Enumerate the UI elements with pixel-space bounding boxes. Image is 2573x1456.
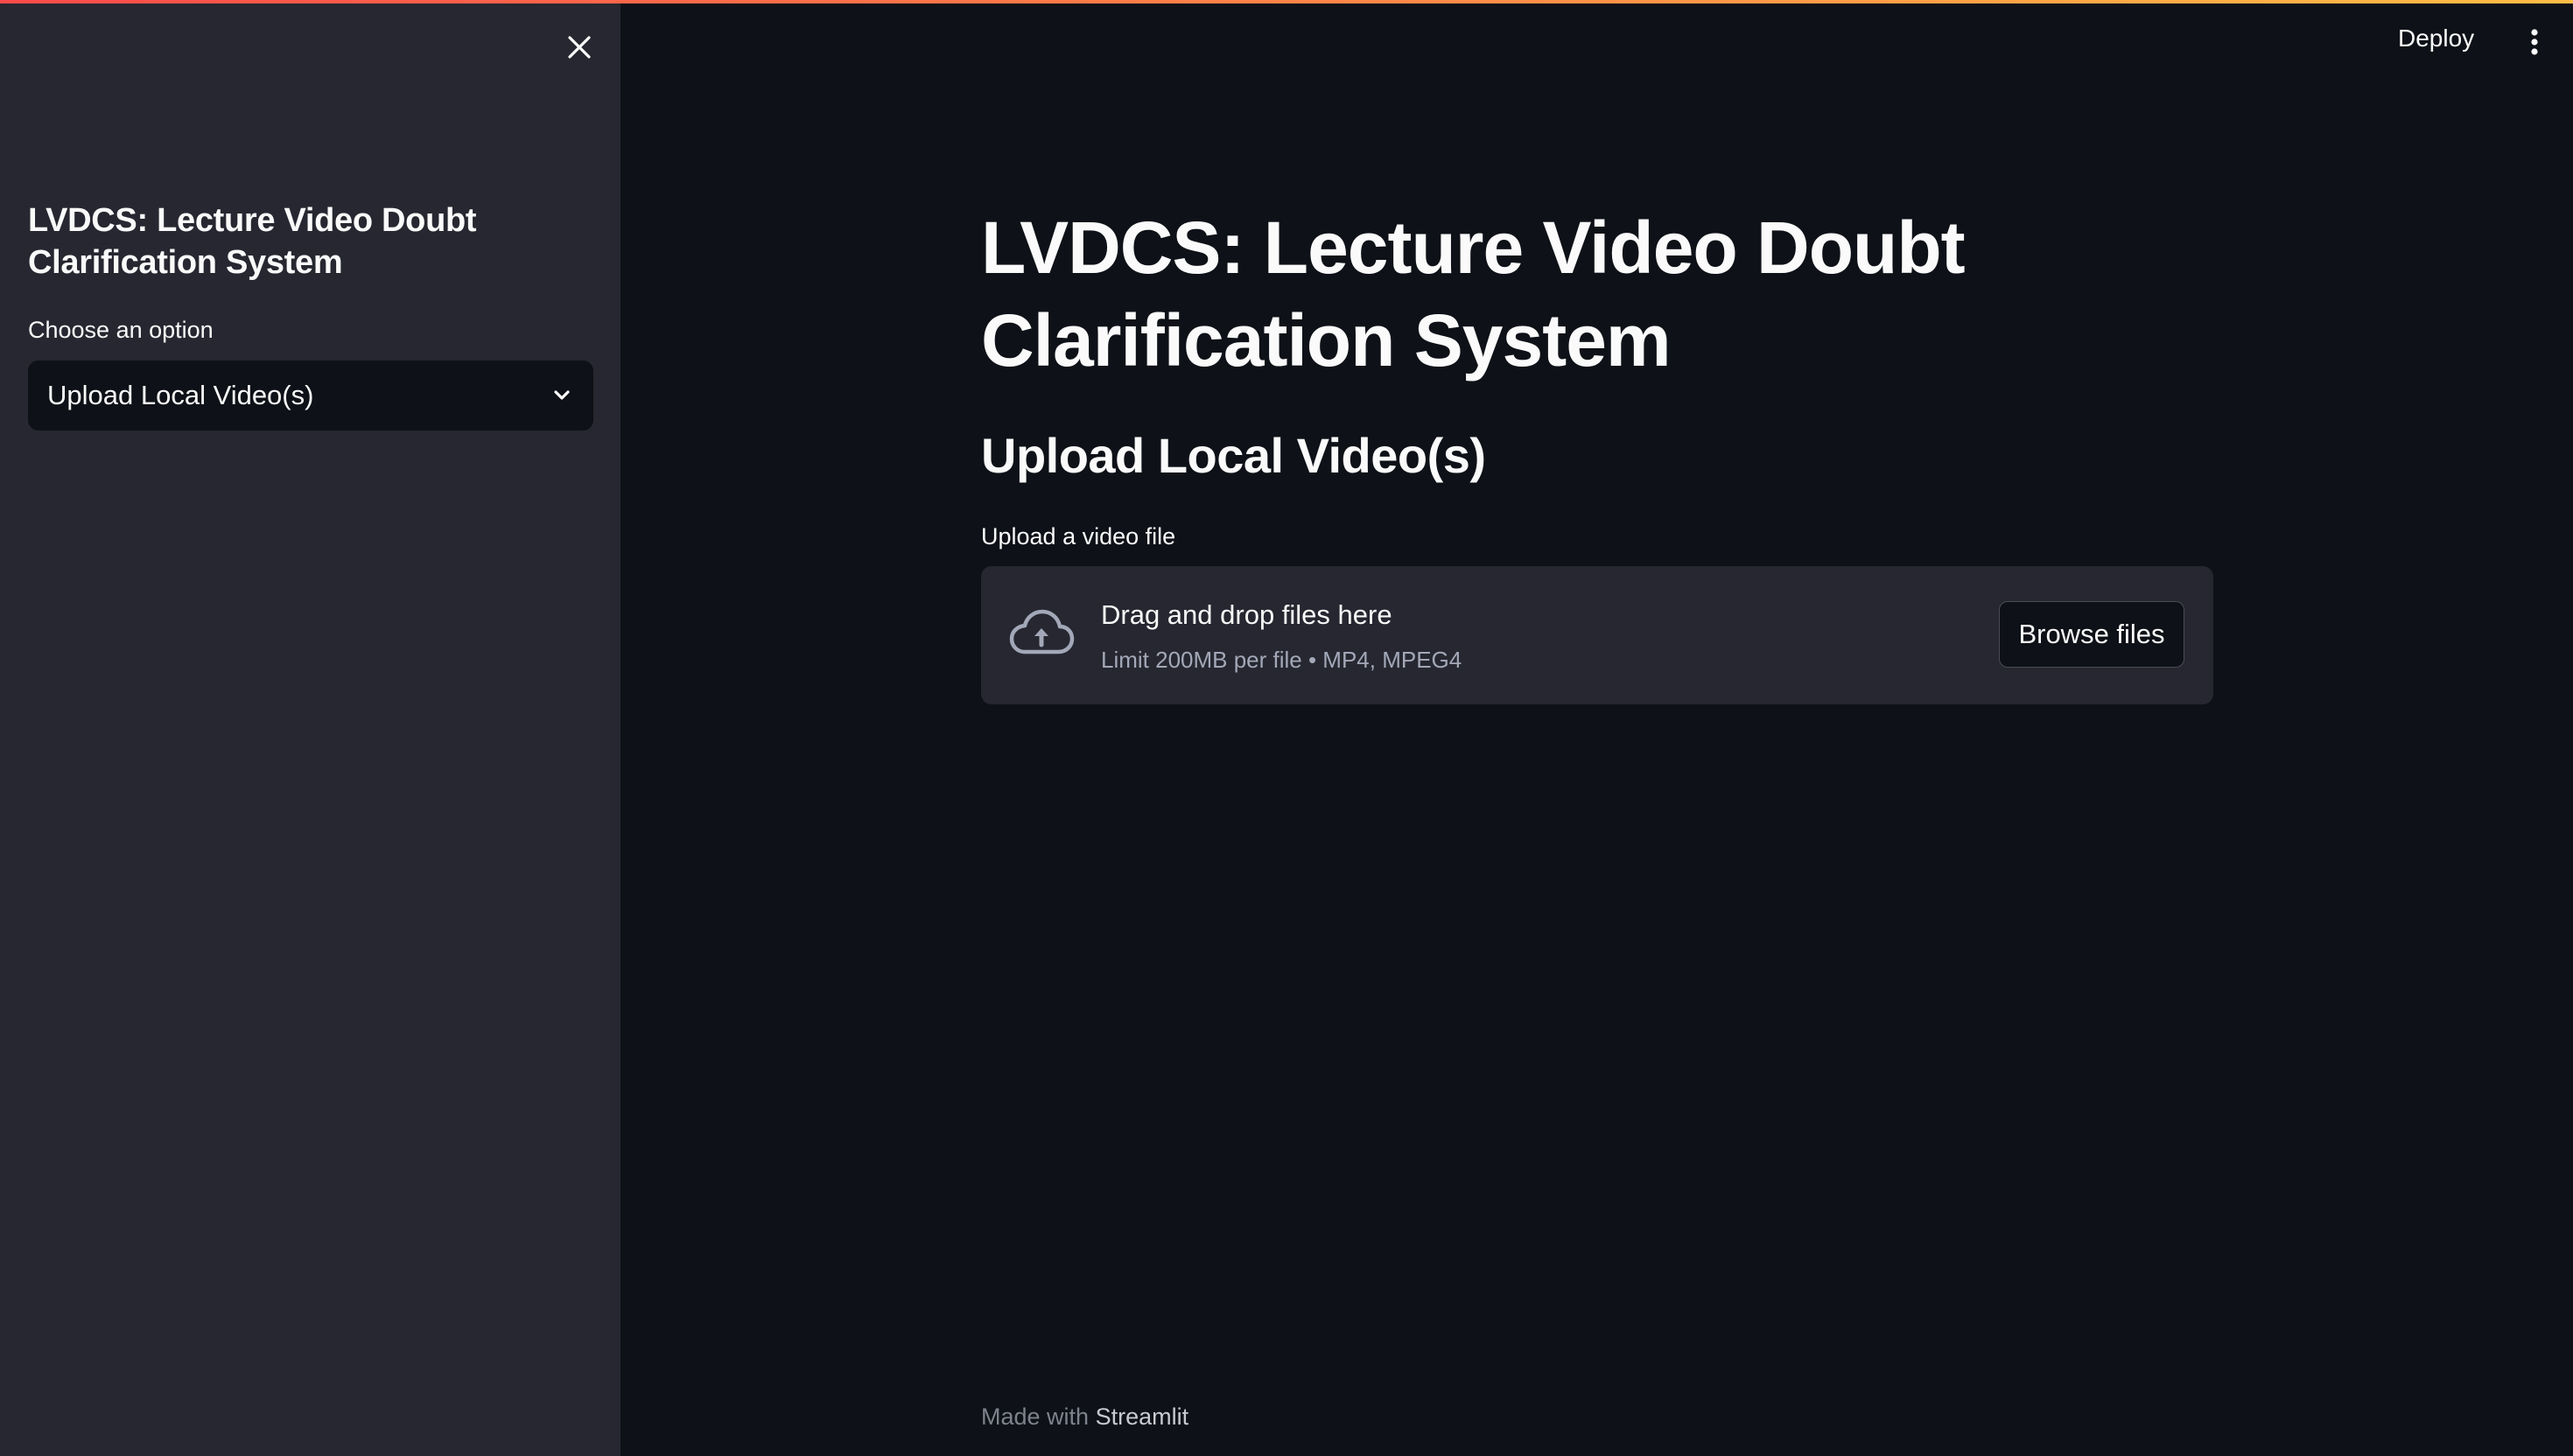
streamlit-link[interactable]: Streamlit — [1096, 1404, 1189, 1430]
app-root: LVDCS: Lecture Video Doubt Clarification… — [0, 0, 2573, 1456]
page-title: LVDCS: Lecture Video Doubt Clarification… — [981, 206, 1966, 382]
option-select[interactable]: Upload Local Video(s) — [28, 360, 593, 430]
main-menu-button[interactable] — [2520, 24, 2548, 60]
footer: Made with Streamlit — [981, 1404, 1188, 1431]
uploader-label: Upload a video file — [981, 523, 1176, 550]
close-sidebar-button[interactable] — [560, 28, 599, 66]
file-dropzone[interactable]: Drag and drop files here Limit 200MB per… — [981, 566, 2213, 704]
chevron-down-icon — [554, 390, 570, 400]
section-title: Upload Local Video(s) — [981, 428, 1486, 483]
select-label: Choose an option — [28, 317, 214, 343]
vertical-dots-icon — [2531, 29, 2538, 55]
sidebar: LVDCS: Lecture Video Doubt Clarification… — [0, 0, 620, 1456]
deploy-button[interactable]: Deploy — [2398, 24, 2474, 52]
dropzone-instruction: Drag and drop files here — [1101, 599, 1392, 630]
browse-files-button[interactable]: Browse files — [1999, 601, 2184, 668]
footer-prefix: Made with — [981, 1404, 1090, 1430]
sidebar-title: LVDCS: Lecture Video Doubt Clarification… — [28, 202, 477, 281]
top-decoration-bar — [0, 0, 2573, 4]
dropzone-limit-text: Limit 200MB per file • MP4, MPEG4 — [1101, 647, 1462, 673]
cloud-upload-icon — [1009, 609, 1075, 654]
close-icon — [568, 36, 591, 59]
select-value: Upload Local Video(s) — [47, 380, 314, 410]
